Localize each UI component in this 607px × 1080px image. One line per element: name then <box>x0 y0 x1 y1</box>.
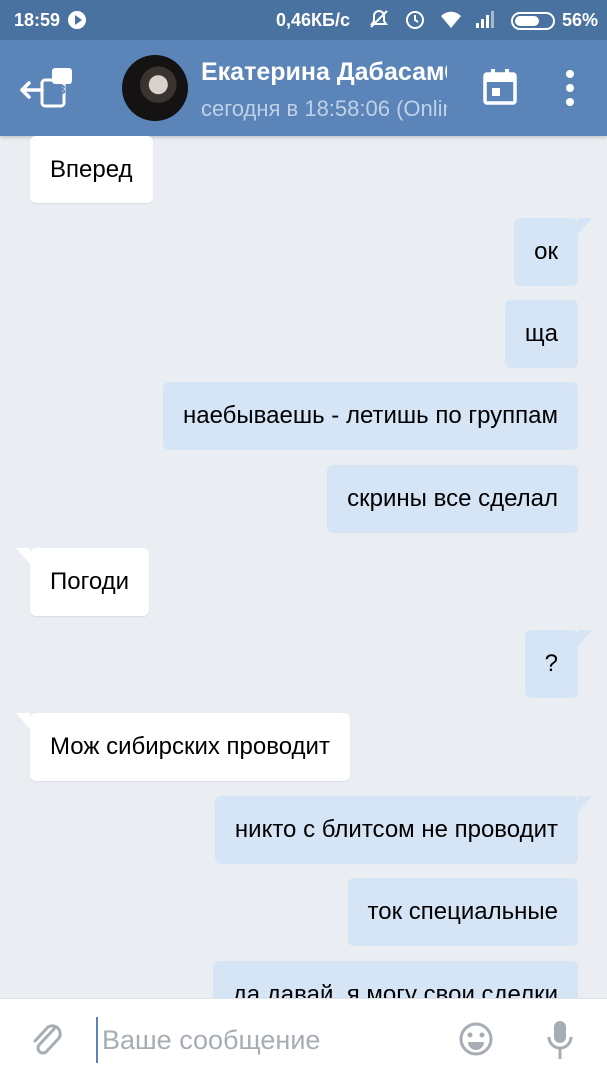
microphone-button[interactable] <box>546 1019 574 1061</box>
message-bubble-outgoing[interactable]: ток специальные <box>347 878 578 946</box>
message-list[interactable]: Вперед ок ща наебываешь - летишь по груп… <box>0 136 607 998</box>
calendar-button[interactable] <box>482 68 518 106</box>
wifi-icon <box>441 11 461 28</box>
status-bar: 18:59 0,46КБ/с 56% <box>0 0 607 40</box>
message-bubble-outgoing[interactable]: да давай, я могу свои сделки <box>212 961 578 998</box>
peer-status: сегодня в 18:58:06 (Online) <box>201 96 447 121</box>
attach-button[interactable] <box>30 1021 64 1061</box>
signal-icon <box>476 11 494 28</box>
status-time: 18:59 <box>14 10 61 30</box>
alarm-icon <box>406 11 424 29</box>
message-input[interactable] <box>96 1017 436 1063</box>
message-bubble-outgoing[interactable]: никто с блитсом не проводит <box>214 796 593 864</box>
message-bubble-outgoing[interactable]: ща <box>504 300 578 368</box>
chat-header: 3 Екатерина Дабасамбуева сегодня в 18:58… <box>0 40 607 136</box>
message-bubble-incoming[interactable]: Мож сибирских проводит <box>16 713 350 781</box>
emoji-button[interactable] <box>458 1021 494 1057</box>
more-menu-button[interactable] <box>556 68 584 108</box>
message-bubble-outgoing[interactable]: наебываешь - летишь по группам <box>163 382 578 450</box>
message-bubble-outgoing[interactable]: ок <box>514 218 592 286</box>
peer-name[interactable]: Екатерина Дабасамбуева <box>201 58 447 87</box>
mute-icon <box>370 9 388 28</box>
unread-badge: 3 <box>58 82 66 97</box>
message-bubble-incoming[interactable]: Вперед <box>30 136 153 203</box>
message-bubble-outgoing[interactable]: скрины все сделал <box>327 465 578 533</box>
battery-percent: 56% <box>562 10 599 30</box>
message-bubble-incoming[interactable]: Погоди <box>15 548 150 616</box>
network-speed: 0,46КБ/с <box>276 10 350 30</box>
message-composer <box>0 998 607 1080</box>
battery-icon <box>511 12 555 30</box>
media-play-icon <box>68 11 86 29</box>
message-bubble-outgoing[interactable]: ? <box>524 630 593 698</box>
avatar[interactable] <box>122 55 188 121</box>
